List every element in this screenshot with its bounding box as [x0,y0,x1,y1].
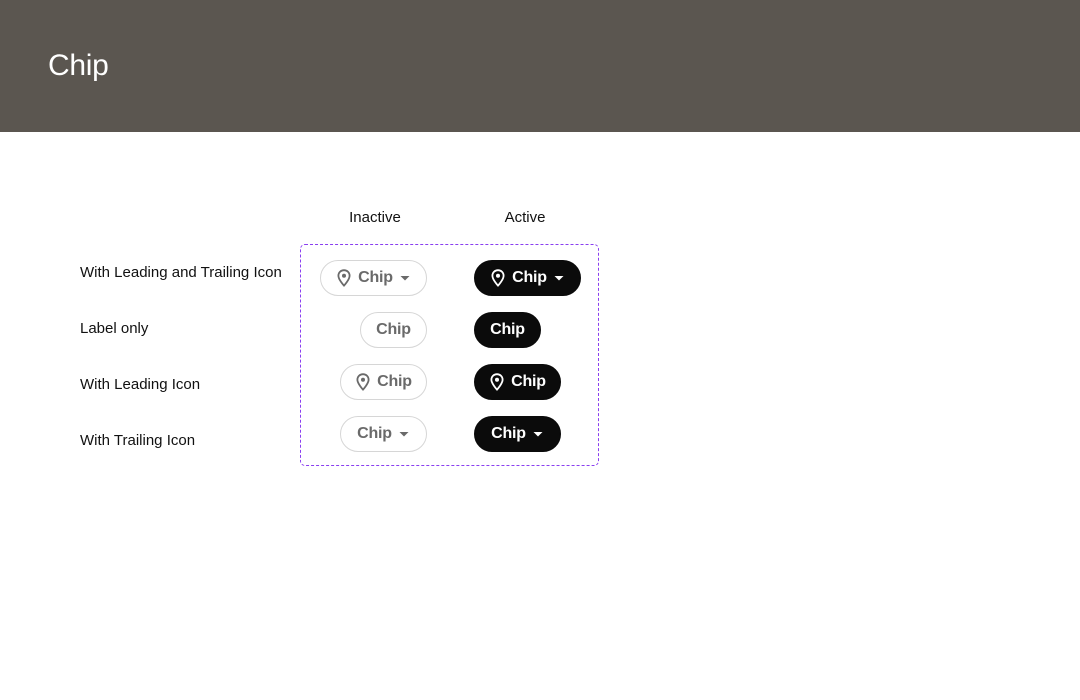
caret-down-icon [532,430,544,438]
caret-down-icon [553,274,565,282]
row-label-leading-icon: With Leading Icon [80,376,201,393]
chip-label: Chip [491,425,526,442]
chip-active-leading-trailing[interactable]: Chip [474,260,581,296]
chip-label: Chip [357,425,392,442]
chip-label: Chip [376,321,411,338]
location-pin-icon [336,269,352,287]
caret-down-icon [399,274,411,282]
location-pin-icon [489,373,505,391]
row-label-leading-trailing: With Leading and Trailing Icon [80,264,282,281]
chip-active-label-only[interactable]: Chip [474,312,541,348]
chip-label: Chip [490,321,525,338]
column-label-active: Active [504,209,546,226]
chip-label: Chip [358,269,393,286]
chip-inactive-trailing-icon[interactable]: Chip [340,416,427,452]
row-label-trailing-icon: With Trailing Icon [80,432,196,449]
row-label-label-only: Label only [80,320,149,337]
chip-active-trailing-icon[interactable]: Chip [474,416,561,452]
chip-inactive-leading-icon[interactable]: Chip [340,364,427,400]
chip-inactive-leading-trailing[interactable]: Chip [320,260,427,296]
chip-label: Chip [377,373,412,390]
chip-active-leading-icon[interactable]: Chip [474,364,561,400]
caret-down-icon [398,430,410,438]
location-pin-icon [355,373,371,391]
chip-inactive-label-only[interactable]: Chip [360,312,427,348]
page-header: Chip [0,0,1080,132]
chip-label: Chip [512,269,547,286]
page-title: Chip [48,49,109,82]
location-pin-icon [490,269,506,287]
column-label-inactive: Inactive [349,209,401,226]
chip-label: Chip [511,373,546,390]
